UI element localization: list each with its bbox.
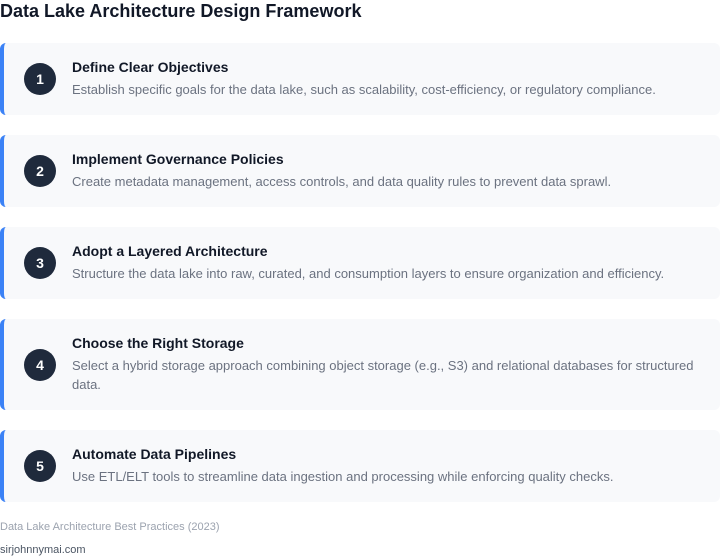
page-title: Data Lake Architecture Design Framework [0,1,362,21]
step-number-badge: 4 [24,348,56,381]
step-title: Implement Governance Policies [72,151,284,167]
step-number-badge: 3 [24,247,56,279]
step-description: Establish specific goals for the data la… [72,82,656,97]
footer-site-link[interactable]: sirjohnnymai.com [0,543,86,557]
step-card: 4 Choose the Right Storage Select a hybr… [0,319,720,410]
step-card: 2 Implement Governance Policies Create m… [0,135,720,207]
step-card: 3 Adopt a Layered Architecture Structure… [0,227,720,299]
step-description: Select a hybrid storage approach combini… [72,358,694,392]
step-description: Use ETL/ELT tools to streamline data ing… [72,469,614,484]
step-title: Adopt a Layered Architecture [72,243,268,259]
step-number-badge: 5 [24,450,56,482]
step-body: Implement Governance Policies Create met… [72,151,700,191]
step-card: 1 Define Clear Objectives Establish spec… [0,43,720,115]
step-body: Choose the Right Storage Select a hybrid… [72,335,700,394]
step-card: 5 Automate Data Pipelines Use ETL/ELT to… [0,430,720,502]
step-description: Create metadata management, access contr… [72,174,612,189]
step-body: Adopt a Layered Architecture Structure t… [72,243,700,283]
step-title: Choose the Right Storage [72,335,244,351]
step-body: Automate Data Pipelines Use ETL/ELT tool… [72,446,700,486]
step-description: Structure the data lake into raw, curate… [72,266,665,281]
step-number-badge: 2 [24,155,56,187]
footer-caption: Data Lake Architecture Best Practices (2… [0,521,220,533]
step-title: Define Clear Objectives [72,59,229,75]
step-body: Define Clear Objectives Establish specif… [72,59,700,99]
step-title: Automate Data Pipelines [72,446,237,462]
step-number-badge: 1 [24,63,56,95]
steps-list: 1 Define Clear Objectives Establish spec… [0,43,720,522]
